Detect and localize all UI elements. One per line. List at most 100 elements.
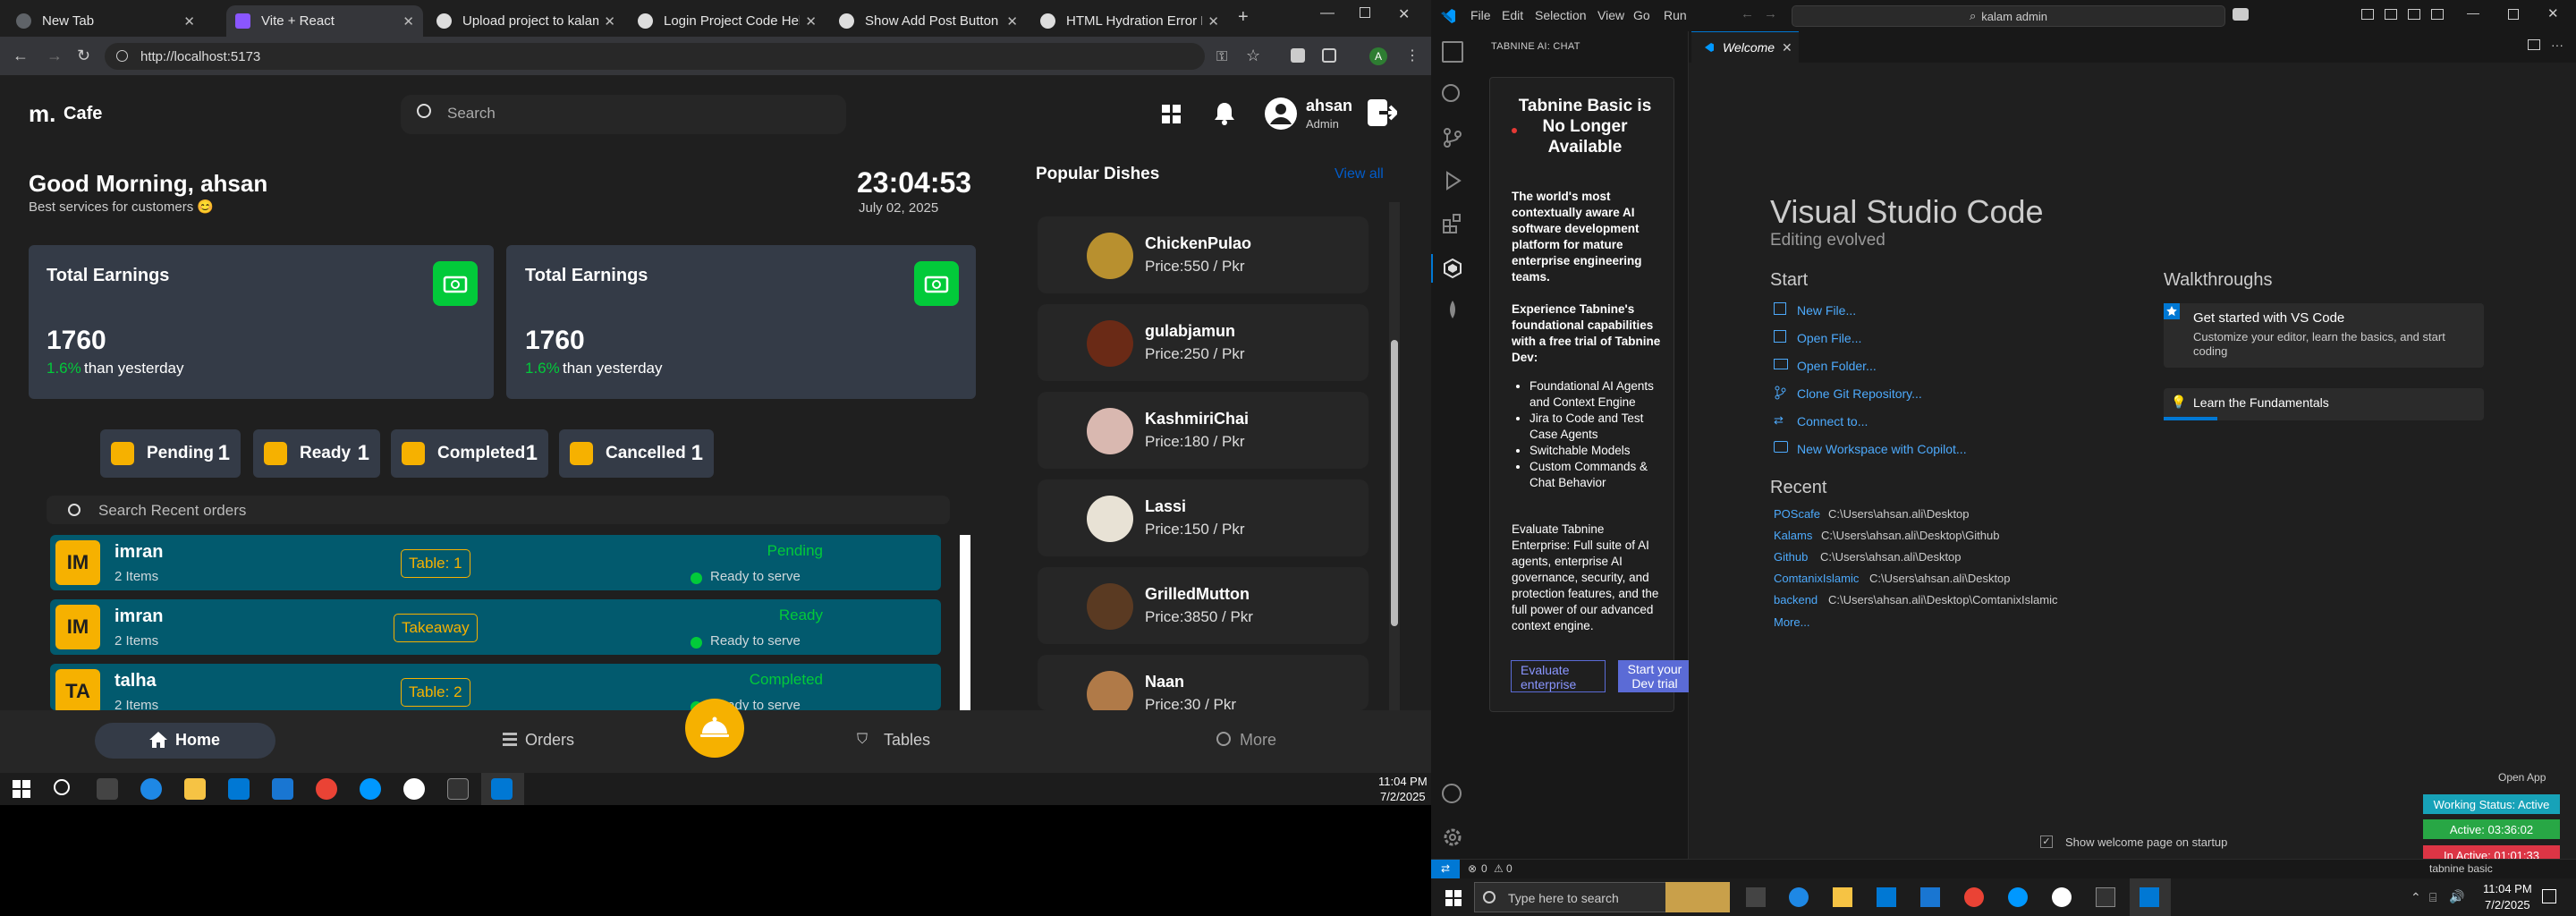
chrome-icon[interactable] bbox=[316, 778, 337, 800]
github-icon[interactable] bbox=[2052, 887, 2072, 907]
forward-icon[interactable]: → bbox=[47, 47, 63, 65]
menu-run[interactable]: Run bbox=[1664, 8, 1687, 22]
extension-icon[interactable] bbox=[1291, 48, 1305, 63]
menu-view[interactable]: View bbox=[1597, 8, 1624, 22]
windows-start-icon[interactable] bbox=[13, 780, 30, 798]
run-debug-icon[interactable] bbox=[1442, 170, 1463, 191]
new-file-link[interactable]: New File... bbox=[1797, 303, 1856, 318]
tabnine-icon[interactable] bbox=[1442, 258, 1463, 279]
user-avatar-icon[interactable] bbox=[1264, 97, 1298, 131]
customize-layout-icon[interactable] bbox=[2431, 9, 2444, 20]
more-recent-link[interactable]: More... bbox=[1774, 615, 1809, 629]
tables-icon[interactable]: ⛉ bbox=[857, 732, 868, 748]
password-key-icon[interactable]: ⚿ bbox=[1216, 49, 1227, 65]
menu-selection[interactable]: Selection bbox=[1535, 8, 1587, 22]
vscode-insiders-icon[interactable] bbox=[360, 778, 381, 800]
source-control-icon[interactable] bbox=[1442, 127, 1463, 148]
chrome-tab-vite-react[interactable]: Vite + React ✕ bbox=[226, 5, 423, 37]
split-editor-icon[interactable] bbox=[2528, 39, 2540, 50]
menu-edit[interactable]: Edit bbox=[1502, 8, 1523, 22]
orders-scrollbar[interactable] bbox=[960, 535, 970, 710]
recent-item-comtanixislamic[interactable]: ComtanixIslamic bbox=[1774, 572, 1859, 585]
nav-more-label[interactable]: More bbox=[1240, 731, 1276, 750]
close-icon[interactable]: ✕ bbox=[604, 13, 615, 30]
chrome-tab-hydration-error[interactable]: HTML Hydration Error Fix✕ bbox=[1031, 5, 1228, 37]
back-icon[interactable]: ← bbox=[13, 47, 29, 65]
vscode-icon[interactable] bbox=[2140, 887, 2159, 907]
errors-icon[interactable]: ⊗ bbox=[1468, 862, 1477, 875]
close-icon[interactable]: ✕ bbox=[805, 13, 817, 30]
nav-tables-label[interactable]: Tables bbox=[884, 731, 930, 750]
chrome-icon[interactable] bbox=[1964, 887, 1984, 907]
connect-to-link[interactable]: Connect to... bbox=[1797, 414, 1868, 428]
notifications-icon[interactable] bbox=[2542, 889, 2556, 903]
nav-forward-icon[interactable]: → bbox=[1764, 6, 1777, 21]
profile-avatar[interactable]: A bbox=[1369, 47, 1387, 65]
pending-filter[interactable]: Pending 1 bbox=[100, 429, 241, 478]
warnings-icon[interactable]: ⚠ bbox=[1494, 862, 1504, 875]
recent-item-github[interactable]: Github bbox=[1774, 550, 1808, 564]
recent-item-poscafe[interactable]: POScafe bbox=[1774, 507, 1820, 521]
recent-item-backend[interactable]: backend bbox=[1774, 593, 1818, 606]
toggle-primary-sidebar-icon[interactable] bbox=[2361, 9, 2374, 20]
terminal-icon[interactable] bbox=[2096, 887, 2115, 907]
mail-icon[interactable] bbox=[1920, 887, 1940, 907]
close-icon[interactable]: ✕ bbox=[1208, 13, 1219, 30]
new-workspace-copilot-link[interactable]: New Workspace with Copilot... bbox=[1797, 442, 1967, 456]
bookmark-star-icon[interactable]: ☆ bbox=[1246, 47, 1260, 65]
task-view-icon[interactable] bbox=[1746, 887, 1766, 907]
explorer-icon[interactable] bbox=[1442, 41, 1463, 63]
cancelled-filter[interactable]: Cancelled 1 bbox=[559, 429, 714, 478]
notification-bell-icon[interactable] bbox=[1213, 101, 1236, 126]
mail-icon[interactable] bbox=[272, 778, 293, 800]
windows-start-icon[interactable] bbox=[1445, 890, 1462, 906]
accounts-icon[interactable] bbox=[1442, 784, 1462, 803]
file-explorer-icon[interactable] bbox=[1833, 887, 1852, 907]
close-icon[interactable]: ✕ bbox=[1006, 13, 1018, 30]
vscode-icon[interactable] bbox=[491, 778, 513, 800]
order-row[interactable]: TA talha 2 Items Table: 2 Completed Read… bbox=[50, 664, 941, 714]
store-icon[interactable] bbox=[228, 778, 250, 800]
settings-gear-icon[interactable] bbox=[1442, 827, 1463, 848]
dish-card[interactable]: GrilledMutton Price:3850 / Pkr bbox=[1038, 567, 1368, 644]
chrome-tab-login-project[interactable]: Login Project Code Help ✕ bbox=[629, 5, 826, 37]
orders-list-icon[interactable] bbox=[503, 732, 517, 746]
more-actions-icon[interactable]: ··· bbox=[2551, 38, 2563, 52]
minimize-icon[interactable]: — bbox=[2467, 5, 2479, 20]
github-icon[interactable] bbox=[403, 778, 425, 800]
menu-go[interactable]: Go bbox=[1633, 8, 1650, 22]
restore-icon[interactable] bbox=[2508, 9, 2519, 20]
nav-back-icon[interactable]: ← bbox=[1741, 6, 1754, 21]
search-icon[interactable] bbox=[54, 779, 70, 795]
edge-icon[interactable] bbox=[140, 778, 162, 800]
minimize-icon[interactable]: — bbox=[1320, 5, 1335, 21]
dashboard-grid-icon[interactable] bbox=[1161, 104, 1182, 125]
terminal-icon[interactable] bbox=[447, 778, 469, 800]
close-icon[interactable]: ✕ bbox=[183, 13, 195, 30]
address-bar[interactable]: http://localhost:5173 bbox=[105, 43, 1205, 70]
order-row[interactable]: IM imran 2 Items Takeaway Ready Ready to… bbox=[50, 599, 941, 655]
close-icon[interactable]: ✕ bbox=[402, 13, 414, 30]
copilot-icon[interactable] bbox=[2233, 8, 2249, 21]
toggle-panel-icon[interactable] bbox=[2385, 9, 2397, 20]
new-tab-plus-icon[interactable]: + bbox=[1238, 7, 1249, 28]
open-file-link[interactable]: Open File... bbox=[1797, 331, 1861, 345]
vscode-insiders-icon[interactable] bbox=[2008, 887, 2028, 907]
chrome-tab-upload-project[interactable]: Upload project to kalams.org✕ bbox=[428, 5, 624, 37]
copilot-chat-icon[interactable] bbox=[1442, 299, 1463, 320]
chrome-tab-new-tab[interactable]: New Tab ✕ bbox=[7, 5, 204, 37]
recent-item-kalams[interactable]: Kalams bbox=[1774, 529, 1812, 542]
dishes-scrollbar-thumb[interactable] bbox=[1391, 340, 1398, 626]
evaluate-enterprise-button[interactable]: Evaluate enterprise bbox=[1511, 660, 1606, 692]
toggle-secondary-sidebar-icon[interactable] bbox=[2408, 9, 2420, 20]
menu-file[interactable]: File bbox=[1470, 8, 1491, 22]
completed-filter[interactable]: Completed 1 bbox=[391, 429, 548, 478]
dish-card[interactable]: gulabjamun Price:250 / Pkr bbox=[1038, 304, 1368, 381]
nav-orders-label[interactable]: Orders bbox=[525, 731, 574, 750]
command-center-search[interactable]: ⌕ kalam admin bbox=[1792, 5, 2225, 27]
search-icon[interactable] bbox=[1442, 84, 1460, 102]
tabnine-status[interactable]: tabnine basic bbox=[2429, 862, 2493, 875]
show-welcome-checkbox[interactable]: ✓ bbox=[2040, 835, 2053, 848]
dish-card[interactable]: ChickenPulao Price:550 / Pkr bbox=[1038, 216, 1368, 293]
store-icon[interactable] bbox=[1877, 887, 1896, 907]
